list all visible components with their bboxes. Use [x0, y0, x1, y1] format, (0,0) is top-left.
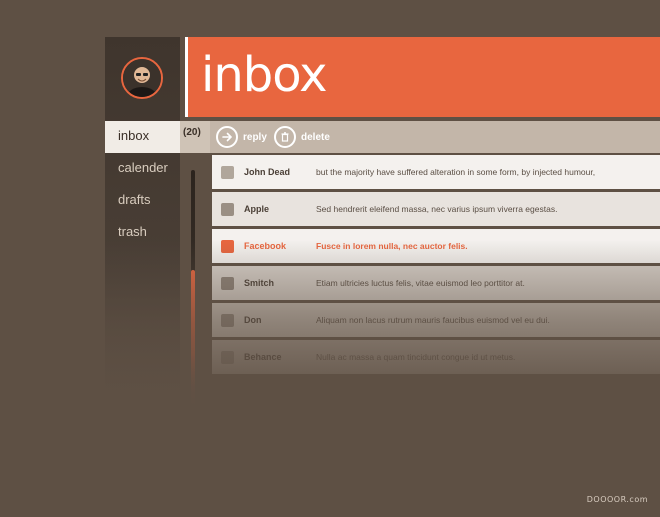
arrow-right-icon	[216, 126, 238, 148]
message-checkbox[interactable]	[221, 276, 234, 290]
toolbar: reply delete	[210, 121, 660, 153]
sidebar-item-label: calender	[118, 160, 168, 175]
message-subject: Etiam ultricies luctus felis, vitae euis…	[316, 278, 525, 288]
delete-button[interactable]: delete	[274, 126, 330, 148]
list-item[interactable]: Smitch Etiam ultricies luctus felis, vit…	[212, 266, 660, 300]
reply-button[interactable]: reply	[216, 126, 267, 148]
message-sender: Smitch	[244, 278, 275, 288]
scrollbar-thumb[interactable]	[191, 270, 195, 410]
sidebar: inbox calender drafts trash	[105, 37, 180, 437]
list-item[interactable]: Behance Nulla ac massa a quam tincidunt …	[212, 340, 660, 374]
message-checkbox[interactable]	[221, 239, 234, 253]
message-checkbox[interactable]	[221, 202, 234, 216]
profile-area	[105, 37, 180, 117]
nav-list: inbox calender drafts trash	[105, 121, 180, 249]
list-item[interactable]: Apple Sed hendrerit eleifend massa, nec …	[212, 192, 660, 226]
unread-count-badge: (20)	[183, 127, 201, 138]
list-item[interactable]: Facebook Fusce in lorem nulla, nec aucto…	[212, 229, 660, 263]
message-sender: Don	[244, 315, 262, 325]
message-subject: but the majority have suffered alteratio…	[316, 167, 596, 177]
mail-app: inbox calender drafts trash (20) inbox r…	[105, 37, 660, 517]
message-subject: Aliquam non lacus rutrum mauris faucibus…	[316, 315, 550, 325]
sidebar-item-label: trash	[118, 224, 147, 239]
page-title: inbox	[201, 47, 328, 103]
sidebar-item-drafts[interactable]: drafts	[105, 185, 180, 217]
delete-label: delete	[301, 131, 330, 143]
sidebar-item-label: drafts	[118, 192, 151, 207]
message-subject: Fusce in lorem nulla, nec auctor felis.	[316, 241, 468, 251]
watermark: DOOOOR.com	[586, 495, 648, 504]
message-subject: Nulla ac massa a quam tincidunt congue i…	[316, 352, 516, 362]
message-checkbox[interactable]	[221, 313, 234, 327]
message-sender: John Dead	[244, 167, 291, 177]
message-sender: Facebook	[244, 241, 287, 251]
sidebar-item-label: inbox	[118, 128, 150, 143]
message-sender: Apple	[244, 204, 270, 214]
avatar[interactable]	[121, 57, 163, 99]
page-header: inbox	[185, 37, 660, 117]
sidebar-item-calender[interactable]: calender	[105, 153, 180, 185]
list-item[interactable]: Don Aliquam non lacus rutrum mauris fauc…	[212, 303, 660, 337]
sidebar-item-inbox[interactable]: inbox	[105, 121, 180, 153]
message-checkbox[interactable]	[221, 165, 234, 179]
message-subject: Sed hendrerit eleifend massa, nec varius…	[316, 204, 558, 214]
reply-label: reply	[243, 131, 267, 143]
user-photo-icon	[123, 59, 161, 97]
sidebar-item-trash[interactable]: trash	[105, 217, 180, 249]
message-checkbox[interactable]	[221, 350, 234, 364]
trash-icon	[274, 126, 296, 148]
message-list: John Dead but the majority have suffered…	[212, 155, 660, 415]
message-sender: Behance	[244, 352, 282, 362]
list-item[interactable]: John Dead but the majority have suffered…	[212, 155, 660, 189]
